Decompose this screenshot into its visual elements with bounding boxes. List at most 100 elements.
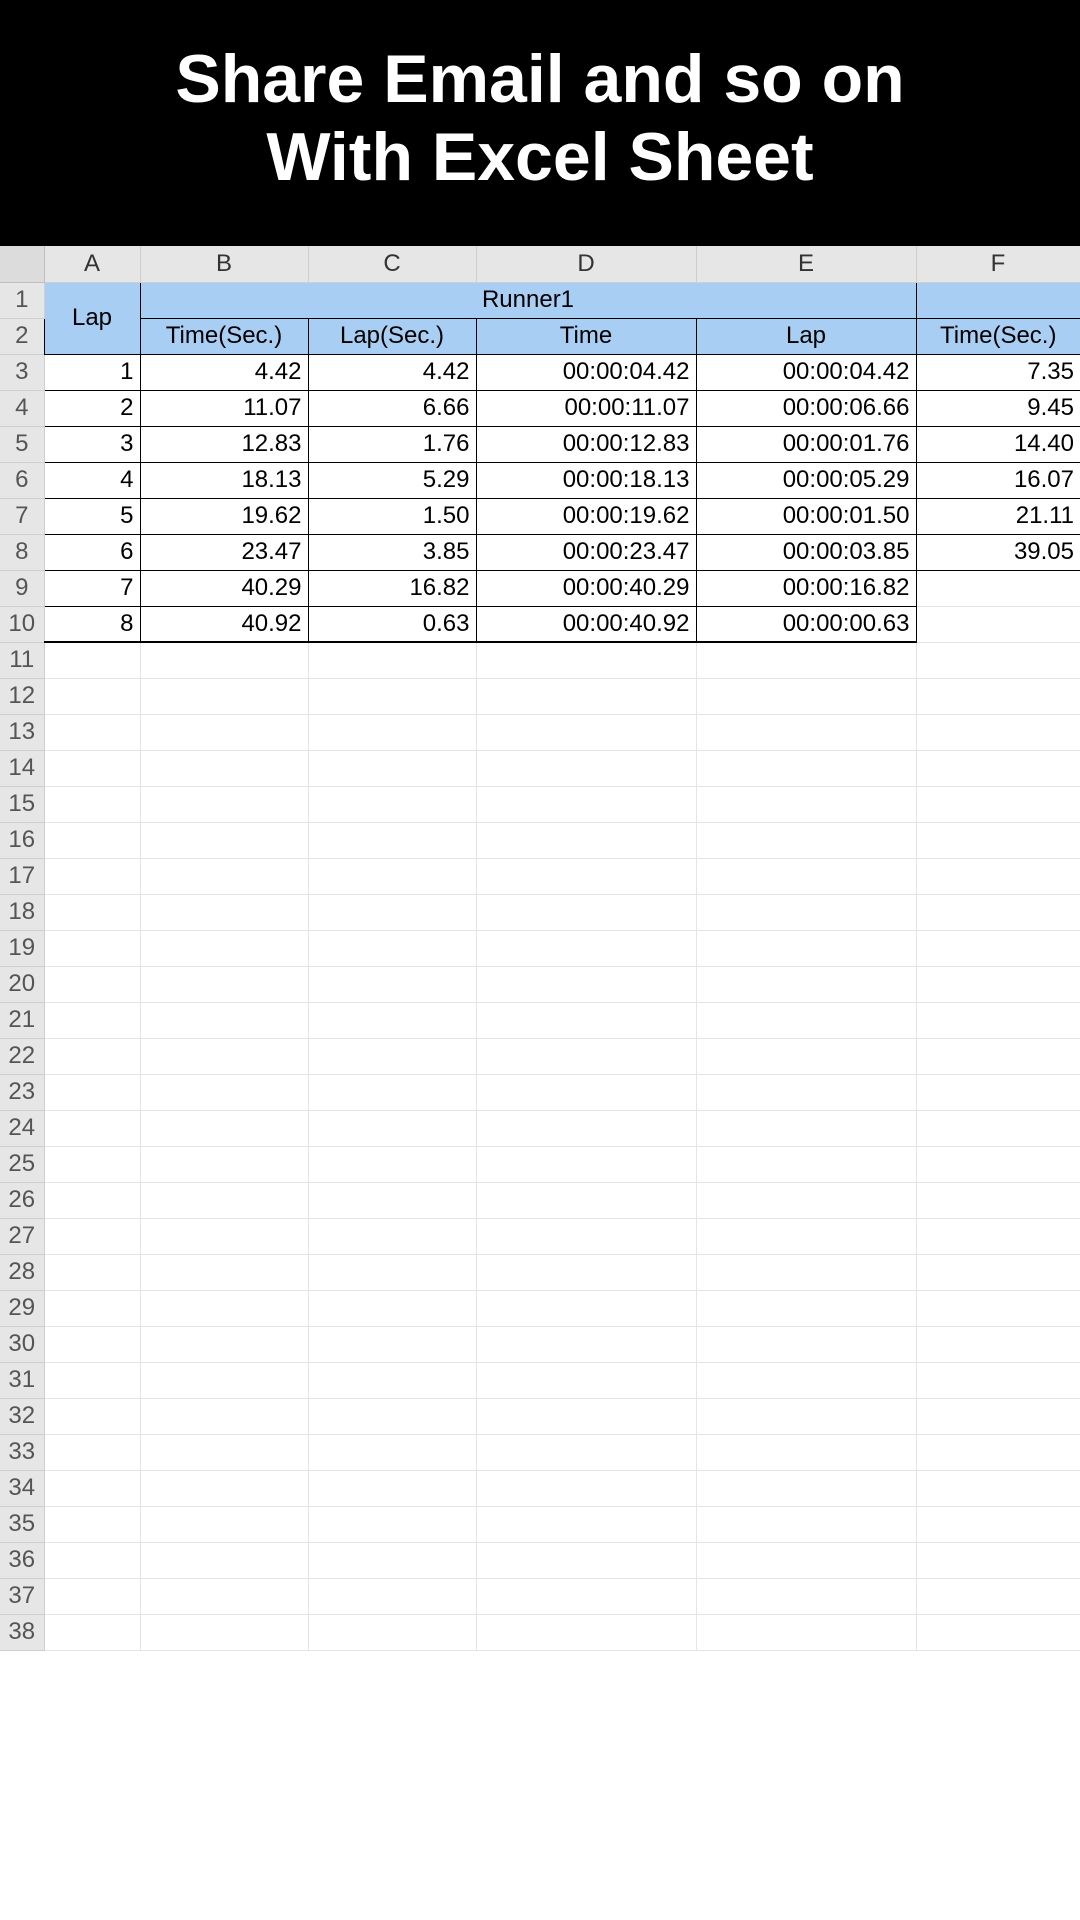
- empty-cell[interactable]: [44, 1290, 140, 1326]
- cell-F10[interactable]: [916, 606, 1080, 642]
- row-header[interactable]: 4: [0, 390, 44, 426]
- row-header[interactable]: 32: [0, 1398, 44, 1434]
- empty-cell[interactable]: [44, 678, 140, 714]
- empty-cell[interactable]: [308, 1218, 476, 1254]
- empty-cell[interactable]: [308, 1002, 476, 1038]
- cell-B4[interactable]: 11.07: [140, 390, 308, 426]
- cell-D3[interactable]: 00:00:04.42: [476, 354, 696, 390]
- empty-cell[interactable]: [916, 822, 1080, 858]
- empty-cell[interactable]: [140, 894, 308, 930]
- row-header[interactable]: 35: [0, 1506, 44, 1542]
- cell-F7[interactable]: 21.11: [916, 498, 1080, 534]
- empty-cell[interactable]: [140, 1074, 308, 1110]
- cell-C4[interactable]: 6.66: [308, 390, 476, 426]
- empty-cell[interactable]: [44, 1362, 140, 1398]
- empty-cell[interactable]: [140, 678, 308, 714]
- empty-cell[interactable]: [44, 642, 140, 678]
- row-header[interactable]: 6: [0, 462, 44, 498]
- empty-cell[interactable]: [696, 1434, 916, 1470]
- cell-B6[interactable]: 18.13: [140, 462, 308, 498]
- row-header[interactable]: 10: [0, 606, 44, 642]
- empty-cell[interactable]: [44, 858, 140, 894]
- row-header[interactable]: 16: [0, 822, 44, 858]
- empty-cell[interactable]: [916, 750, 1080, 786]
- cell-B9[interactable]: 40.29: [140, 570, 308, 606]
- empty-cell[interactable]: [140, 714, 308, 750]
- row-header[interactable]: 23: [0, 1074, 44, 1110]
- empty-cell[interactable]: [916, 1578, 1080, 1614]
- empty-cell[interactable]: [476, 1506, 696, 1542]
- empty-cell[interactable]: [696, 1614, 916, 1650]
- empty-cell[interactable]: [44, 1110, 140, 1146]
- row-header[interactable]: 27: [0, 1218, 44, 1254]
- empty-cell[interactable]: [308, 1542, 476, 1578]
- empty-cell[interactable]: [476, 1398, 696, 1434]
- empty-cell[interactable]: [476, 1578, 696, 1614]
- empty-cell[interactable]: [308, 1398, 476, 1434]
- row-header[interactable]: 25: [0, 1146, 44, 1182]
- empty-cell[interactable]: [916, 1506, 1080, 1542]
- empty-cell[interactable]: [140, 822, 308, 858]
- header-lap[interactable]: Lap: [44, 282, 140, 354]
- empty-cell[interactable]: [696, 894, 916, 930]
- empty-cell[interactable]: [140, 1326, 308, 1362]
- empty-cell[interactable]: [140, 1290, 308, 1326]
- row-header[interactable]: 30: [0, 1326, 44, 1362]
- empty-cell[interactable]: [916, 858, 1080, 894]
- empty-cell[interactable]: [140, 1398, 308, 1434]
- empty-cell[interactable]: [140, 1182, 308, 1218]
- empty-cell[interactable]: [476, 786, 696, 822]
- header-f-blank[interactable]: [916, 282, 1080, 318]
- cell-F8[interactable]: 39.05: [916, 534, 1080, 570]
- empty-cell[interactable]: [696, 1002, 916, 1038]
- empty-cell[interactable]: [308, 1614, 476, 1650]
- empty-cell[interactable]: [916, 1542, 1080, 1578]
- cell-E3[interactable]: 00:00:04.42: [696, 354, 916, 390]
- empty-cell[interactable]: [44, 1398, 140, 1434]
- cell-A8[interactable]: 6: [44, 534, 140, 570]
- cell-C3[interactable]: 4.42: [308, 354, 476, 390]
- empty-cell[interactable]: [696, 1110, 916, 1146]
- empty-cell[interactable]: [140, 1002, 308, 1038]
- empty-cell[interactable]: [140, 1578, 308, 1614]
- empty-cell[interactable]: [916, 1614, 1080, 1650]
- row-header[interactable]: 36: [0, 1542, 44, 1578]
- row-header[interactable]: 14: [0, 750, 44, 786]
- empty-cell[interactable]: [308, 714, 476, 750]
- cell-F5[interactable]: 14.40: [916, 426, 1080, 462]
- row-header[interactable]: 33: [0, 1434, 44, 1470]
- empty-cell[interactable]: [44, 1218, 140, 1254]
- column-header-B[interactable]: B: [140, 246, 308, 282]
- empty-cell[interactable]: [140, 858, 308, 894]
- empty-cell[interactable]: [696, 1254, 916, 1290]
- cell-B8[interactable]: 23.47: [140, 534, 308, 570]
- empty-cell[interactable]: [476, 1254, 696, 1290]
- empty-cell[interactable]: [476, 1542, 696, 1578]
- empty-cell[interactable]: [476, 1434, 696, 1470]
- row-header[interactable]: 5: [0, 426, 44, 462]
- empty-cell[interactable]: [916, 1146, 1080, 1182]
- header-lap-col[interactable]: Lap: [696, 318, 916, 354]
- empty-cell[interactable]: [696, 1074, 916, 1110]
- empty-cell[interactable]: [916, 930, 1080, 966]
- row-header[interactable]: 21: [0, 1002, 44, 1038]
- empty-cell[interactable]: [44, 894, 140, 930]
- empty-cell[interactable]: [476, 930, 696, 966]
- column-header-C[interactable]: C: [308, 246, 476, 282]
- empty-cell[interactable]: [696, 714, 916, 750]
- header-time-sec[interactable]: Time(Sec.): [140, 318, 308, 354]
- empty-cell[interactable]: [44, 786, 140, 822]
- empty-cell[interactable]: [44, 1146, 140, 1182]
- empty-cell[interactable]: [44, 1470, 140, 1506]
- empty-cell[interactable]: [308, 858, 476, 894]
- row-header[interactable]: 18: [0, 894, 44, 930]
- empty-cell[interactable]: [44, 822, 140, 858]
- empty-cell[interactable]: [696, 1470, 916, 1506]
- row-header[interactable]: 7: [0, 498, 44, 534]
- cell-C9[interactable]: 16.82: [308, 570, 476, 606]
- column-header-E[interactable]: E: [696, 246, 916, 282]
- empty-cell[interactable]: [476, 894, 696, 930]
- empty-cell[interactable]: [44, 1038, 140, 1074]
- empty-cell[interactable]: [916, 1398, 1080, 1434]
- empty-cell[interactable]: [308, 822, 476, 858]
